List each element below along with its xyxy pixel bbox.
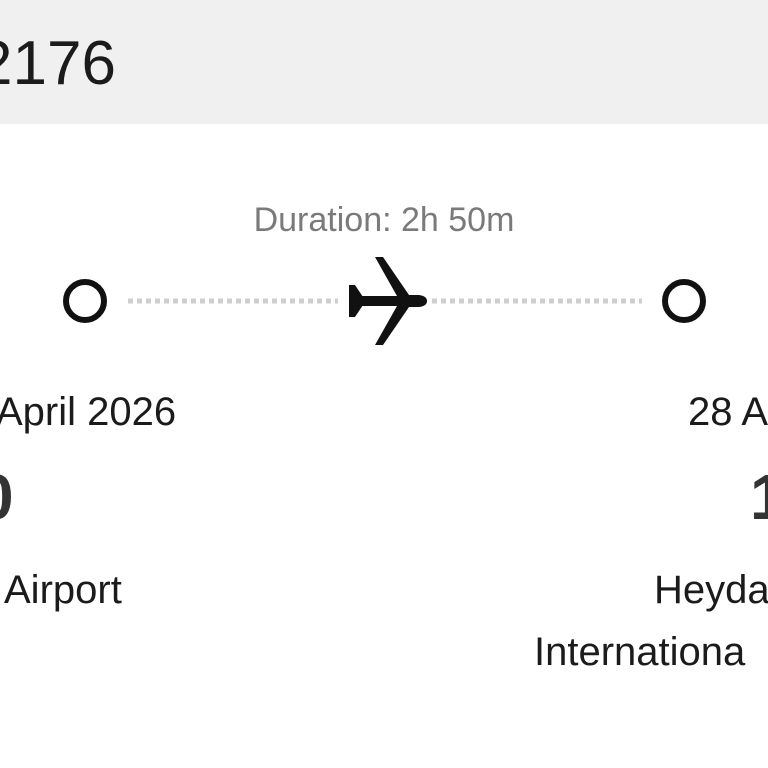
header-bar: 2176 xyxy=(0,0,768,124)
arrival-date: 28 A xyxy=(688,390,768,434)
departure-date: April 2026 xyxy=(0,390,177,434)
departure-time: 0 xyxy=(0,462,14,532)
departure-airport: Airport xyxy=(4,568,122,612)
flight-duration: Duration: 2h 50m xyxy=(253,201,515,239)
arrival-airport-line2: Internationa xyxy=(534,630,746,674)
flight-number: 2176 xyxy=(0,29,116,98)
route-line xyxy=(0,250,768,350)
origin-circle-icon xyxy=(63,279,107,323)
destination-circle-icon xyxy=(662,279,706,323)
arrival-time: 1 xyxy=(750,461,768,533)
airplane-icon xyxy=(349,257,427,345)
arrival-airport-line1: Heyda xyxy=(654,568,768,612)
